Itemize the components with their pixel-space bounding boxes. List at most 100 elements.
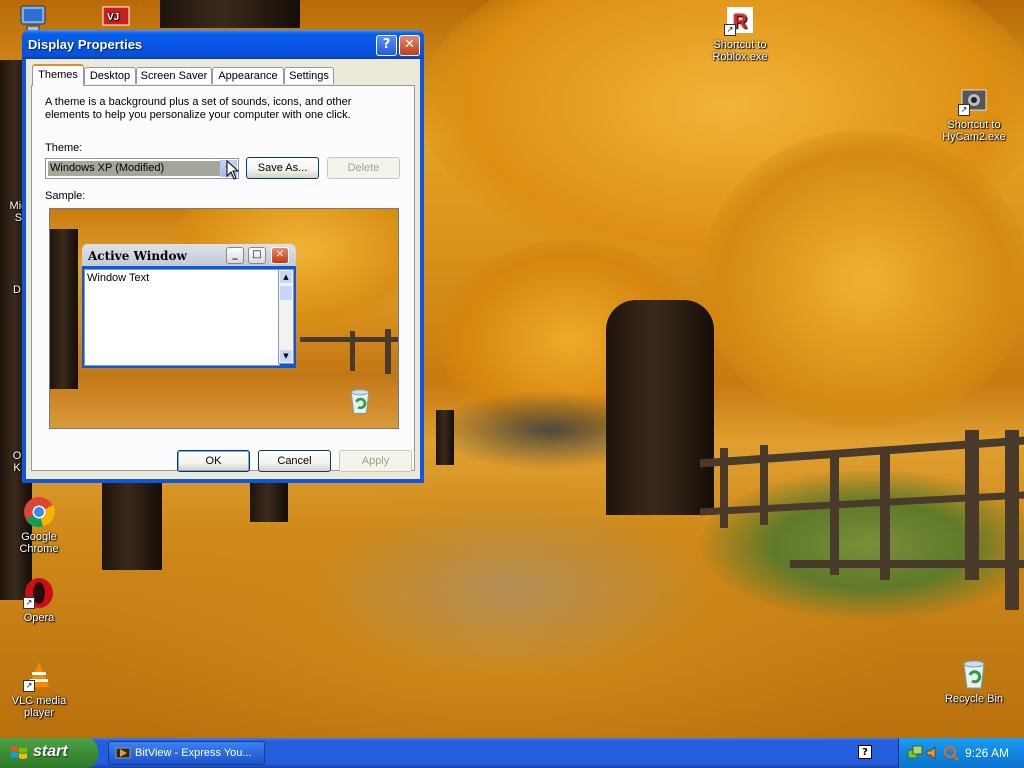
mouse-cursor-icon	[226, 160, 240, 180]
sample-scrollbar: ▲ ▼	[278, 269, 294, 364]
sample-label: Sample:	[45, 190, 86, 202]
recycle-bin-icon	[958, 658, 990, 690]
fence-post	[965, 430, 979, 580]
shortcut-arrow-icon: ↗	[23, 680, 35, 692]
sample-window-title: Active Window	[88, 249, 187, 263]
scroll-thumb	[280, 286, 292, 300]
roblox-icon: R ↗	[724, 4, 756, 36]
sample-active-window: Active Window _ □ ✕ Window Text ▲ ▼	[82, 244, 296, 368]
opera-icon: ↗	[23, 577, 55, 609]
theme-sample-preview: Active Window _ □ ✕ Window Text ▲ ▼	[49, 208, 399, 429]
tab-themes[interactable]: Themes	[32, 64, 84, 86]
desktop-icon-opera[interactable]: ↗ Opera	[2, 577, 76, 624]
tab-appearance[interactable]: Appearance	[212, 67, 284, 84]
help-icon: ?	[382, 37, 391, 52]
vlc-icon: ↗	[23, 660, 55, 692]
tree-trunk-left-3	[250, 482, 288, 522]
desktop-icon-google-chrome[interactable]: Google Chrome	[2, 496, 76, 555]
desktop-icon-label: D	[13, 284, 21, 296]
sample-window-client: Window Text	[84, 269, 280, 366]
help-button[interactable]: ?	[376, 35, 397, 56]
sample-tree-trunk	[50, 229, 78, 389]
desktop-icon-label: Google Chrome	[19, 531, 59, 555]
desktop-icon-roblox[interactable]: R ↗ Shortcut to Roblox.exe	[703, 4, 777, 63]
hycam-icon: ↗	[958, 84, 990, 116]
sample-recycle-bin-icon	[346, 387, 374, 415]
sample-fence-post	[350, 331, 355, 371]
apply-label: Apply	[361, 455, 390, 467]
window-title: Display Properties	[28, 37, 143, 52]
delete-label: Delete	[347, 162, 380, 174]
bitview-icon	[115, 747, 131, 759]
fence-post	[760, 445, 768, 525]
maximize-icon: □	[248, 247, 266, 264]
system-tray: 9:26 AM	[898, 738, 1024, 768]
scroll-down-icon: ▼	[280, 350, 292, 362]
fence-post	[1005, 430, 1019, 610]
tab-settings[interactable]: Settings	[284, 67, 334, 84]
shortcut-arrow-icon: ↗	[958, 104, 970, 116]
desktop-icon-label: Shortcut to Roblox.exe	[712, 39, 768, 63]
shortcut-arrow-icon: ↗	[724, 24, 736, 36]
tab-label: Settings	[289, 70, 329, 82]
fence-post	[880, 450, 890, 580]
delete-button[interactable]: Delete	[327, 157, 400, 179]
tab-label: Screen Saver	[140, 70, 208, 82]
ok-button[interactable]: OK	[177, 450, 250, 472]
windows-flag-icon	[11, 746, 27, 759]
close-icon: ✕	[404, 37, 415, 52]
fence-post	[720, 448, 728, 528]
network-icon[interactable]	[907, 745, 923, 761]
desktop-icon-label: Opera	[23, 612, 55, 624]
tree-trunk-far	[436, 410, 454, 465]
theme-label: Theme:	[45, 142, 83, 154]
tab-desktop[interactable]: Desktop	[84, 67, 136, 84]
shortcut-arrow-icon: ↗	[23, 597, 35, 609]
taskbar-item-label: BitView - Express You...	[135, 747, 252, 759]
ok-label: OK	[205, 455, 222, 467]
theme-dropdown[interactable]: Windows XP (Modified) ▼	[45, 158, 239, 179]
tab-label: Appearance	[218, 70, 278, 82]
tab-screen-saver[interactable]: Screen Saver	[136, 67, 212, 84]
display-properties-window: Display Properties ? ✕ Themes Desktop Sc…	[22, 30, 424, 483]
start-button[interactable]: start	[0, 738, 98, 768]
minimize-icon: _	[226, 247, 244, 264]
fence-rail-bottom	[790, 560, 1024, 568]
volume-icon[interactable]	[925, 745, 941, 761]
search-icon[interactable]	[943, 745, 959, 761]
save-as-button[interactable]: Save As...	[246, 157, 319, 179]
taskbar-clock[interactable]: 9:26 AM	[965, 746, 1009, 760]
tree-trunk-left-2	[102, 480, 162, 570]
desktop-icon-hycam[interactable]: ↗ Shortcut to HyCam2.exe	[937, 84, 1011, 143]
desktop-icon-recycle-bin[interactable]: Recycle Bin	[937, 658, 1011, 705]
scroll-up-icon: ▲	[280, 271, 292, 283]
window-title-bar[interactable]: Display Properties ? ✕	[22, 30, 424, 59]
taskbar: start BitView - Express You... ? 9:26 AM	[0, 738, 1024, 768]
sample-window-text: Window Text	[87, 272, 150, 284]
fence-post	[830, 455, 839, 575]
desktop-icon-vlc[interactable]: ↗ VLC media player	[2, 660, 76, 719]
tab-label: Desktop	[89, 70, 131, 82]
taskbar-item-bitview[interactable]: BitView - Express You...	[108, 741, 265, 765]
close-icon: ✕	[271, 247, 289, 264]
sample-window-title-bar: Active Window _ □ ✕	[82, 244, 296, 266]
sample-fence-post	[385, 329, 391, 374]
desktop-icon-label: O K	[12, 450, 22, 474]
foliage-right	[700, 130, 1024, 430]
tree-trunk-center	[606, 300, 714, 515]
close-button[interactable]: ✕	[399, 35, 420, 56]
desktop-icon-label: Shortcut to HyCam2.exe	[942, 119, 1006, 143]
dialog-body: Themes Desktop Screen Saver Appearance S…	[26, 59, 420, 479]
cancel-label: Cancel	[277, 455, 312, 467]
cancel-button[interactable]: Cancel	[258, 450, 331, 472]
help-tray-icon[interactable]: ?	[858, 745, 872, 759]
tab-label: Themes	[38, 69, 78, 81]
desktop-icon-label: Recycle Bin	[944, 693, 1004, 705]
save-as-label: Save As...	[257, 162, 308, 174]
themes-tab-panel: A theme is a background plus a set of so…	[31, 85, 415, 471]
apply-button[interactable]: Apply	[339, 450, 412, 472]
svg-text:VJ: VJ	[107, 12, 119, 23]
chrome-icon	[23, 496, 55, 528]
tree-branch-top	[160, 0, 300, 28]
theme-dropdown-value: Windows XP (Modified)	[48, 161, 220, 176]
